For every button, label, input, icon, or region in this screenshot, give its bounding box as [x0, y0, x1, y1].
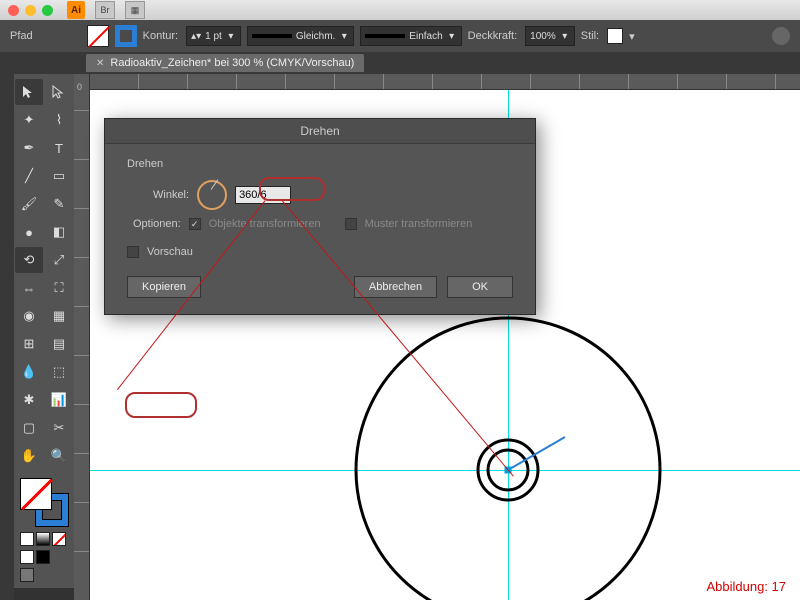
cancel-button[interactable]: Abbrechen [354, 276, 437, 298]
preview-label: Vorschau [147, 246, 193, 258]
document-tab-title: Radioaktiv_Zeichen* bei 300 % (CMYK/Vors… [110, 57, 354, 69]
stroke-profile-select[interactable]: Gleichm.▾ [247, 26, 354, 46]
brush-label: Einfach [409, 31, 442, 42]
artboard-tool[interactable]: ▢ [15, 415, 43, 441]
stroke-weight-select[interactable]: ▴▾1 pt▾ [186, 26, 241, 46]
transform-patterns-label: Muster transformieren [365, 218, 473, 230]
paintbrush-tool[interactable]: 🖌 [15, 191, 43, 217]
figure-caption: Abbildung: 17 [706, 579, 786, 594]
transform-objects-label: Objekte transformieren [209, 218, 321, 230]
perspective-tool[interactable]: ▦ [45, 303, 73, 329]
style-swatch[interactable] [607, 28, 623, 44]
opacity-label: Deckkraft: [468, 30, 518, 42]
zoom-tool[interactable]: 🔍 [45, 443, 73, 469]
dialog-title: Drehen [105, 119, 535, 144]
angle-dial[interactable] [197, 180, 227, 210]
style-dropdown-icon[interactable]: ▾ [629, 30, 635, 43]
width-tool[interactable]: ⇔ [15, 275, 43, 301]
mesh-tool[interactable]: ⊞ [15, 331, 43, 357]
options-label: Optionen: [133, 218, 181, 230]
stroke-label: Kontur: [143, 30, 178, 42]
ok-button[interactable]: OK [447, 276, 513, 298]
panel-collapse-strip[interactable] [0, 74, 14, 600]
selection-type-label: Pfad [10, 30, 33, 42]
scale-tool[interactable]: ⤢ [45, 247, 73, 273]
opacity-select[interactable]: 100%▾ [525, 26, 575, 46]
none-mode-button[interactable] [52, 532, 66, 546]
stroke-swatch[interactable] [115, 25, 137, 47]
opacity-value: 100% [530, 31, 556, 42]
mac-titlebar: Ai Br ▦ [0, 0, 800, 20]
blend-tool[interactable]: ⬚ [45, 359, 73, 385]
eraser-tool[interactable]: ◧ [45, 219, 73, 245]
lasso-tool[interactable]: ⌇ [45, 107, 73, 133]
symbol-sprayer-tool[interactable]: ✱ [15, 387, 43, 413]
document-tab[interactable]: ✕ Radioaktiv_Zeichen* bei 300 % (CMYK/Vo… [86, 54, 364, 72]
zoom-window-button[interactable] [42, 5, 53, 16]
close-window-button[interactable] [8, 5, 19, 16]
slice-tool[interactable]: ✂ [45, 415, 73, 441]
fill-stroke-widget[interactable] [20, 478, 68, 526]
transform-patterns-checkbox[interactable] [345, 218, 357, 230]
rotation-center-anchor[interactable] [505, 467, 512, 474]
ruler-horizontal[interactable] [90, 74, 800, 90]
app-icon: Ai [67, 1, 85, 19]
angle-input[interactable] [235, 186, 291, 204]
pencil-tool[interactable]: ✎ [45, 191, 73, 217]
bridge-button[interactable]: Br [95, 1, 115, 19]
direct-selection-tool[interactable] [45, 79, 73, 105]
line-tool[interactable]: ╱ [15, 163, 43, 189]
fill-swatch[interactable] [87, 25, 109, 47]
gradient-mode-button[interactable] [36, 532, 50, 546]
graph-tool[interactable]: 📊 [45, 387, 73, 413]
color-mode-button[interactable] [20, 532, 34, 546]
stroke-weight-value: 1 pt [205, 31, 222, 42]
toolbox: ✦ ⌇ ✒ T ╱ ▭ 🖌 ✎ ● ◧ ⟲ ⤢ ⇔ ⛶ ◉ ▦ ⊞ ▤ 💧 ⬚ … [14, 74, 74, 470]
transform-objects-checkbox[interactable]: ✓ [189, 218, 201, 230]
free-transform-tool[interactable]: ⛶ [45, 275, 73, 301]
dialog-section-label: Drehen [127, 158, 513, 170]
rotate-dialog: Drehen Drehen Winkel: Optionen: ✓ Objekt… [104, 118, 536, 315]
selection-tool[interactable] [15, 79, 43, 105]
fill-color-icon[interactable] [20, 478, 52, 510]
minimize-window-button[interactable] [25, 5, 36, 16]
draw-mode-button[interactable] [20, 568, 34, 582]
screen-mode-normal[interactable] [20, 550, 34, 564]
arrange-docs-button[interactable]: ▦ [125, 1, 145, 19]
toolbox-bottom [14, 470, 74, 588]
shape-builder-tool[interactable]: ◉ [15, 303, 43, 329]
screen-mode-full[interactable] [36, 550, 50, 564]
document-tabbar: ✕ Radioaktiv_Zeichen* bei 300 % (CMYK/Vo… [0, 52, 800, 74]
close-tab-icon[interactable]: ✕ [96, 58, 104, 69]
rectangle-tool[interactable]: ▭ [45, 163, 73, 189]
ruler-origin: 0 [77, 82, 82, 92]
pen-tool[interactable]: ✒ [15, 135, 43, 161]
copy-button[interactable]: Kopieren [127, 276, 201, 298]
control-bar: Pfad Kontur: ▴▾1 pt▾ Gleichm.▾ Einfach▾ … [0, 20, 800, 52]
type-tool[interactable]: T [45, 135, 73, 161]
gradient-tool[interactable]: ▤ [45, 331, 73, 357]
angle-label: Winkel: [153, 189, 189, 201]
stroke-profile-label: Gleichm. [296, 31, 335, 42]
magic-wand-tool[interactable]: ✦ [15, 107, 43, 133]
blob-brush-tool[interactable]: ● [15, 219, 43, 245]
ruler-vertical[interactable]: 0 [74, 74, 90, 600]
eyedropper-tool[interactable]: 💧 [15, 359, 43, 385]
brush-select[interactable]: Einfach▾ [360, 26, 461, 46]
style-label: Stil: [581, 30, 599, 42]
rotate-tool[interactable]: ⟲ [15, 247, 43, 273]
panel-menu-icon[interactable] [772, 27, 790, 45]
hand-tool[interactable]: ✋ [15, 443, 43, 469]
preview-checkbox[interactable] [127, 246, 139, 258]
